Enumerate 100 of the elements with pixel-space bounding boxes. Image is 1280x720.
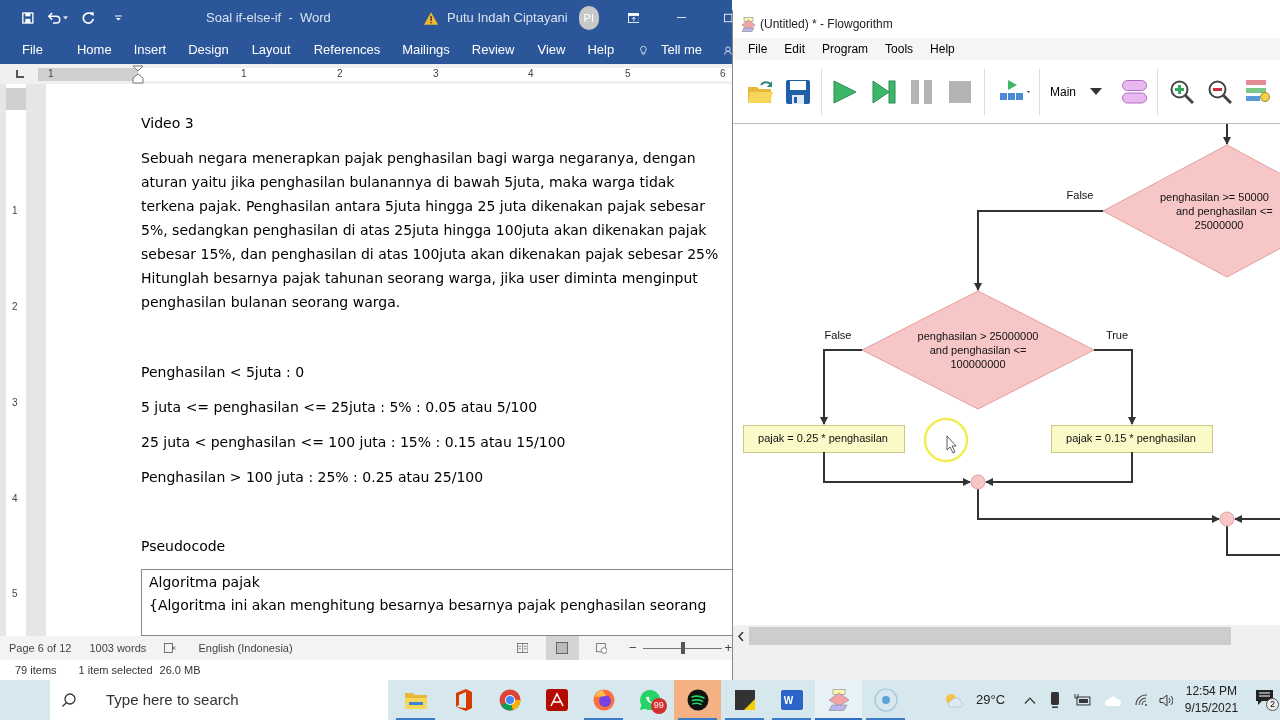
zoom-slider[interactable] — [642, 642, 723, 654]
window-title: (Untitled) * - Flowgorithm — [760, 16, 893, 33]
ribbon-tab[interactable]: Home — [76, 40, 112, 60]
flowchart-icon — [827, 689, 850, 711]
print-layout-icon — [556, 642, 569, 654]
notification-button[interactable]: 2 — [1256, 688, 1280, 712]
ruler-number: 4 — [12, 493, 18, 505]
layout-settings-icon[interactable] — [1246, 80, 1271, 103]
zoom-in-icon[interactable] — [1170, 79, 1194, 104]
decision-node: penghasilan >= 50000 and penghasilan <= 25000000 — [1102, 144, 1280, 278]
branch-label: True — [1105, 329, 1129, 341]
process-node: pajak = 0.25 * penghasilan — [743, 425, 905, 453]
user-name[interactable]: Putu Indah Ciptayani — [447, 8, 568, 28]
print-layout-button[interactable] — [546, 636, 579, 660]
flow-arrow — [1223, 124, 1231, 145]
battery-icon[interactable] — [1074, 694, 1091, 706]
ruler-number: 6 — [720, 66, 726, 80]
step-icon[interactable] — [872, 79, 896, 104]
sticky-note-icon — [734, 690, 755, 710]
indent-marker-icon[interactable] — [132, 64, 144, 84]
rule-line: 5 juta <= penghasilan <= 25juta : 5% : 0.05 atau 5/100 — [141, 398, 539, 417]
search-icon — [62, 693, 76, 707]
page-count[interactable]: Page 6 of 12 — [9, 639, 72, 657]
menu-item[interactable]: Program — [822, 40, 869, 58]
taskbar-app-button[interactable]: 99 — [627, 680, 675, 720]
save-icon[interactable] — [22, 11, 34, 25]
web-layout-icon[interactable] — [595, 641, 608, 655]
item-count: 79 items — [15, 662, 57, 678]
ruler-number: 1 — [12, 205, 18, 217]
vertical-ruler[interactable]: 1 2 3 4 5 — [6, 84, 26, 636]
caret-icon[interactable] — [63, 16, 69, 20]
process-node: pajak = 0.15 * penghasilan — [1051, 425, 1213, 453]
temperature[interactable]: 29°C — [976, 690, 1006, 710]
ribbon-tab[interactable]: Review — [471, 40, 515, 60]
minimize-icon[interactable] — [677, 17, 687, 19]
wifi-icon[interactable] — [1134, 694, 1148, 706]
cursor-highlight-drawing — [923, 417, 969, 463]
volume-icon[interactable] — [1158, 693, 1173, 707]
ribbon-tab[interactable]: Mailings — [402, 40, 450, 60]
search-field[interactable]: Type here to search — [50, 680, 389, 720]
tell-me-link[interactable]: Tell me — [660, 40, 703, 60]
ruler-number: 3 — [433, 66, 439, 80]
ribbon-tab[interactable]: Design — [188, 40, 229, 60]
clock[interactable]: 12:54 PM 9/15/2021 — [1184, 683, 1239, 717]
redo-icon[interactable] — [82, 10, 96, 26]
flow-line — [1226, 525, 1280, 556]
branch-label: False — [1066, 189, 1094, 201]
open-folder-icon[interactable] — [747, 79, 774, 104]
word-count[interactable]: 1003 words — [89, 639, 147, 657]
menu-item[interactable]: File — [748, 40, 768, 58]
zoom-in-button[interactable]: + — [724, 638, 732, 658]
ruler-number: 2 — [12, 301, 18, 313]
undo-icon[interactable] — [47, 11, 62, 25]
ribbon-tab[interactable]: References — [313, 40, 381, 60]
file-size: 26.0 MB — [159, 662, 201, 678]
menu-item[interactable]: Help — [930, 40, 955, 58]
flow-arrow — [1234, 515, 1280, 523]
notification-count: 2 — [1266, 698, 1280, 711]
language-status[interactable]: English (Indonesia) — [198, 639, 293, 657]
read-mode-icon[interactable] — [516, 642, 529, 654]
zoom-out-icon[interactable] — [1208, 79, 1232, 104]
phone-icon[interactable] — [1051, 692, 1060, 708]
run-icon[interactable] — [833, 79, 857, 104]
taskbar-app-button[interactable] — [674, 680, 722, 720]
function-icon[interactable] — [1122, 79, 1147, 104]
message-icon — [1256, 690, 1274, 706]
proofing-icon[interactable] — [164, 642, 177, 654]
zoom-out-button[interactable]: − — [629, 638, 637, 658]
ruler-number: 1 — [48, 66, 54, 80]
taskbar-app-button[interactable]: W — [768, 680, 816, 720]
tab-selector-icon[interactable] — [16, 70, 24, 78]
customize-caret-icon[interactable] — [115, 15, 123, 21]
app-icon — [741, 16, 756, 32]
chevron-up-icon[interactable] — [1024, 696, 1037, 704]
ribbon-tab[interactable]: Insert — [133, 40, 167, 60]
ruler-margin — [6, 88, 26, 110]
ribbon-tab[interactable]: Help — [587, 40, 615, 60]
branch-label: False — [824, 329, 852, 341]
maximize-icon[interactable] — [723, 13, 732, 23]
zoom-slider-thumb[interactable] — [680, 642, 685, 654]
ribbon-tab[interactable]: File — [22, 40, 43, 60]
folder-icon — [404, 691, 427, 709]
ribbon-tab[interactable]: View — [537, 40, 566, 60]
ruler-number: 4 — [528, 66, 534, 80]
scrollbar-thumb[interactable] — [749, 627, 1231, 645]
save-icon[interactable] — [786, 79, 810, 104]
function-dropdown[interactable]: Main — [1050, 82, 1102, 101]
ribbon-display-icon[interactable] — [627, 12, 640, 24]
ruler-number: 1 — [241, 66, 247, 80]
junction-node — [970, 474, 986, 490]
ribbon-tab[interactable]: Layout — [251, 40, 291, 60]
pdf-icon — [545, 689, 568, 711]
record-icon — [873, 688, 898, 712]
scroll-left-icon[interactable] — [738, 631, 744, 641]
selection-status: 1 item selected — [78, 662, 153, 678]
menu-item[interactable]: Tools — [885, 40, 914, 58]
horizontal-ruler[interactable]: 1 1 2 3 4 5 6 — [38, 67, 732, 81]
word-icon: W — [780, 690, 803, 710]
warning-icon[interactable] — [423, 10, 439, 26]
menu-item[interactable]: Edit — [784, 40, 806, 58]
